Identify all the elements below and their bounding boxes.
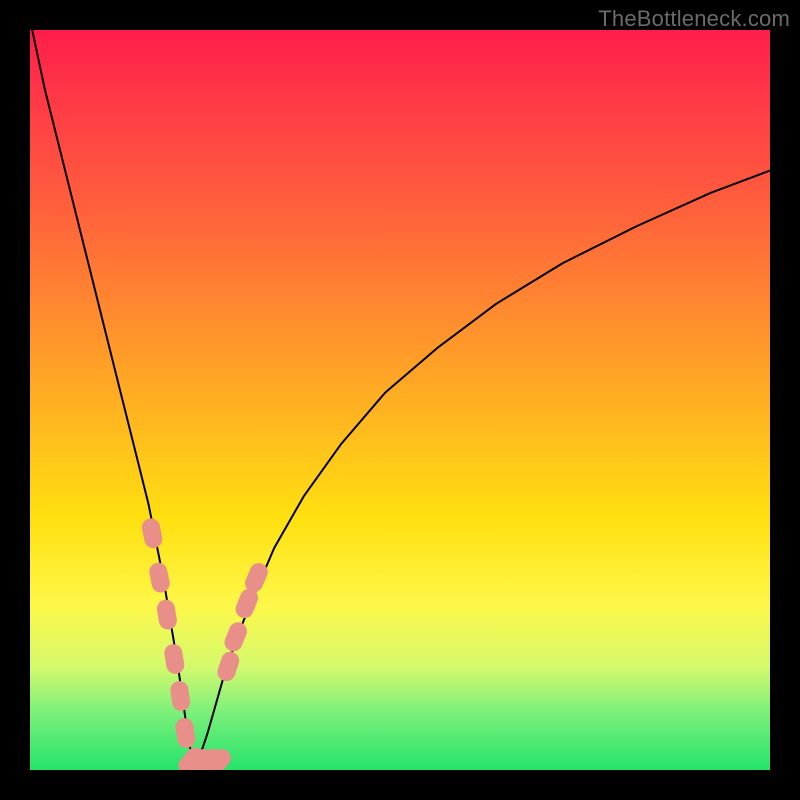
data-point-marker: [163, 643, 186, 676]
chart-svg: [30, 30, 770, 770]
watermark-text: TheBottleneck.com: [598, 6, 790, 32]
data-point-marker: [222, 620, 250, 655]
data-point-marker: [174, 717, 197, 749]
data-point-marker: [140, 517, 164, 550]
data-point-marker: [148, 561, 172, 594]
chart-frame: [30, 30, 770, 770]
data-point-marker: [169, 680, 191, 712]
data-point-marker: [215, 649, 242, 683]
data-point-markers: [140, 517, 270, 770]
bottleneck-curve: [32, 30, 770, 764]
data-point-marker: [156, 598, 179, 631]
